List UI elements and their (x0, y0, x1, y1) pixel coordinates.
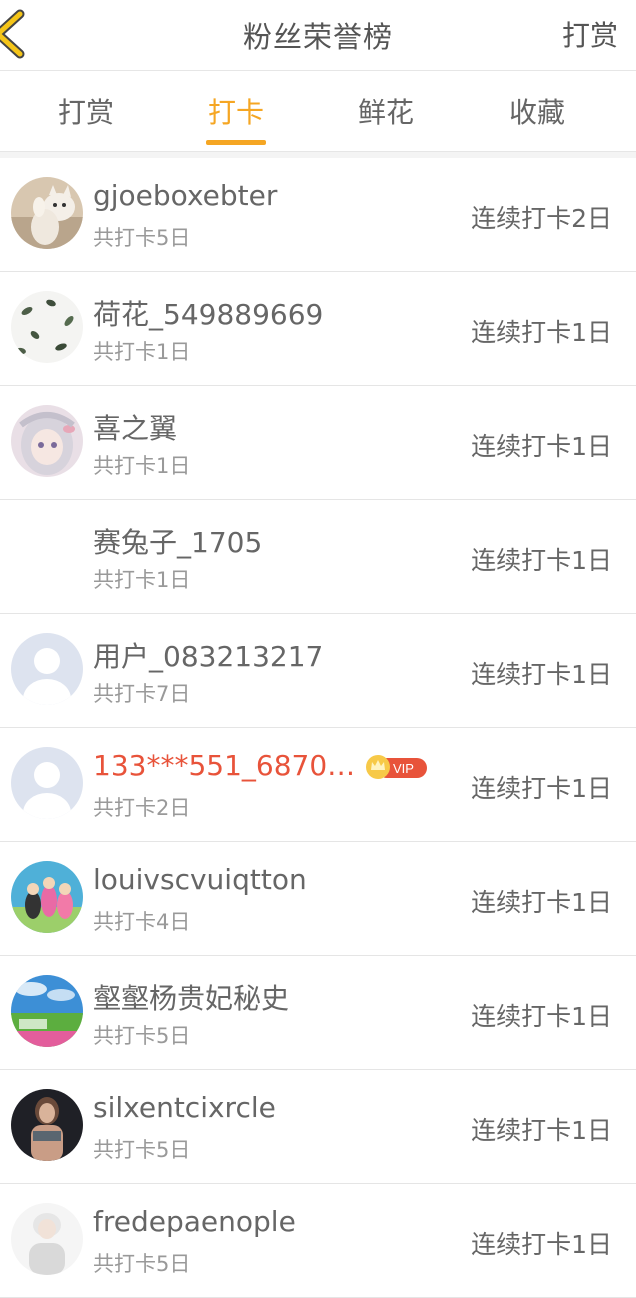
user-name[interactable]: 用户_083213217 (93, 635, 323, 675)
streak-label: 连续打卡1日 (471, 1002, 612, 1031)
streak-label: 连续打卡1日 (471, 318, 612, 347)
total-checkins: 共打卡5日 (93, 1024, 191, 1048)
list-item[interactable]: 133***551_6870… VIP 共打卡2日 连续打卡1日 (0, 728, 636, 842)
list-item[interactable]: 壑壑杨贵妃秘史 共打卡5日 连续打卡1日 (0, 956, 636, 1070)
avatar[interactable] (11, 1203, 83, 1275)
user-name[interactable]: silxentcixrcle (93, 1091, 276, 1124)
user-name[interactable]: 荷花_549889669 (93, 293, 323, 333)
list-item[interactable]: 荷花_549889669 共打卡1日 连续打卡1日 (0, 272, 636, 386)
total-checkins: 共打卡2日 (93, 796, 191, 820)
tab-reward[interactable]: 打赏 (26, 91, 146, 131)
streak-label: 连续打卡1日 (471, 660, 612, 689)
tab-checkin[interactable]: 打卡 (176, 91, 296, 131)
total-checkins: 共打卡1日 (93, 454, 191, 478)
default-avatar-icon[interactable] (11, 633, 83, 705)
user-name[interactable]: 喜之翼 (93, 407, 177, 447)
total-checkins: 共打卡1日 (93, 568, 191, 592)
tab-bar: 打赏 打卡 鲜花 收藏 (0, 71, 636, 152)
nav-bar: 粉丝荣誉榜 打赏 (0, 0, 636, 71)
avatar[interactable] (11, 1089, 83, 1161)
streak-label: 连续打卡1日 (471, 1116, 612, 1145)
streak-label: 连续打卡2日 (471, 204, 612, 233)
user-name[interactable]: 壑壑杨贵妃秘史 (93, 977, 289, 1017)
list-item[interactable]: fredepaenople 共打卡5日 连续打卡1日 (0, 1184, 636, 1298)
reward-button[interactable]: 打赏 (562, 14, 618, 54)
streak-label: 连续打卡1日 (471, 774, 612, 803)
avatar[interactable] (11, 405, 83, 477)
streak-label: 连续打卡1日 (471, 1230, 612, 1259)
default-avatar-icon[interactable] (11, 747, 83, 819)
list-item[interactable]: 喜之翼 共打卡1日 连续打卡1日 (0, 386, 636, 500)
streak-label: 连续打卡1日 (471, 432, 612, 461)
total-checkins: 共打卡1日 (93, 340, 191, 364)
user-name[interactable]: 133***551_6870… (93, 749, 355, 782)
tab-favorites[interactable]: 收藏 (477, 91, 597, 131)
avatar[interactable] (11, 861, 83, 933)
list-item[interactable]: silxentcixrcle 共打卡5日 连续打卡1日 (0, 1070, 636, 1184)
avatar[interactable] (11, 975, 83, 1047)
user-name[interactable]: louivscvuiqtton (93, 863, 307, 896)
total-checkins: 共打卡5日 (93, 1138, 191, 1162)
avatar[interactable] (11, 177, 83, 249)
streak-label: 连续打卡1日 (471, 888, 612, 917)
total-checkins: 共打卡4日 (93, 910, 191, 934)
fan-list: gjoeboxebter 共打卡5日 连续打卡2日 荷花_549889669 共… (0, 158, 636, 1298)
user-name[interactable]: 赛兔子_1705 (93, 521, 262, 561)
avatar[interactable] (11, 291, 83, 363)
active-tab-indicator (206, 140, 266, 145)
total-checkins: 共打卡5日 (93, 226, 191, 250)
vip-crown-icon: VIP (365, 753, 429, 781)
vip-label: VIP (393, 761, 414, 776)
page-title: 粉丝荣誉榜 (242, 20, 393, 54)
user-name[interactable]: gjoeboxebter (93, 179, 277, 212)
list-item[interactable]: louivscvuiqtton 共打卡4日 连续打卡1日 (0, 842, 636, 956)
avatar[interactable] (11, 519, 83, 591)
list-item[interactable]: 赛兔子_1705 共打卡1日 连续打卡1日 (0, 500, 636, 614)
streak-label: 连续打卡1日 (471, 546, 612, 575)
tab-flowers[interactable]: 鲜花 (326, 91, 446, 131)
list-item[interactable]: gjoeboxebter 共打卡5日 连续打卡2日 (0, 158, 636, 272)
user-name[interactable]: fredepaenople (93, 1205, 296, 1238)
total-checkins: 共打卡7日 (93, 682, 191, 706)
total-checkins: 共打卡5日 (93, 1252, 191, 1276)
list-item[interactable]: 用户_083213217 共打卡7日 连续打卡1日 (0, 614, 636, 728)
